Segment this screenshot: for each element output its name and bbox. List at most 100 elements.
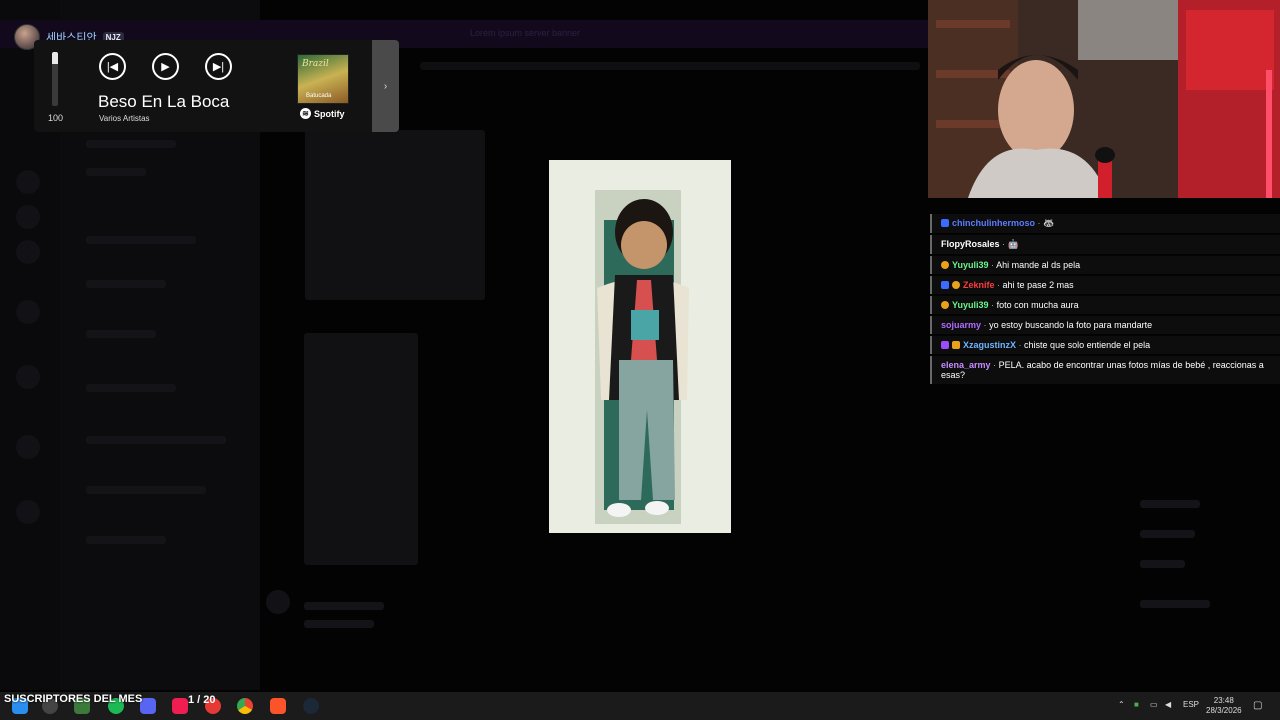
- language-indicator[interactable]: ESP: [1183, 700, 1199, 709]
- badge-icon: [941, 301, 949, 309]
- clock-time: 23:48: [1213, 696, 1234, 705]
- chat-separator: ·: [997, 280, 1001, 290]
- server-icon[interactable]: [16, 170, 40, 194]
- message-line: [304, 620, 374, 628]
- channel-item[interactable]: [86, 140, 176, 148]
- badge-icon: [952, 281, 960, 289]
- server-icon[interactable]: [16, 365, 40, 389]
- chat-separator: ·: [991, 260, 995, 270]
- stream-stage: Lorem ipsum server banner 세바스티안 NJZ 100 …: [0, 0, 1280, 720]
- emote-icon: 🦝: [1043, 218, 1055, 228]
- channel-item[interactable]: [86, 280, 166, 288]
- brave-app-icon[interactable]: [270, 698, 286, 714]
- server-icon[interactable]: [16, 500, 40, 524]
- message-line: [304, 602, 384, 610]
- chat-username[interactable]: Zeknife: [963, 280, 995, 290]
- child-photo-illustration: [549, 160, 731, 533]
- chat-separator: ·: [1018, 340, 1022, 350]
- chat-message: FlopyRosales · 🤖: [930, 235, 1280, 254]
- steam-app-icon[interactable]: [303, 698, 319, 714]
- server-icon[interactable]: [16, 240, 40, 264]
- system-clock[interactable]: 23:48 28/3/2026: [1206, 696, 1242, 716]
- channel-item[interactable]: [86, 436, 226, 444]
- badge-icon: [941, 261, 949, 269]
- chat-text: ahi te pase 2 mas: [1002, 280, 1074, 290]
- chevron-right-icon: ›: [383, 80, 388, 92]
- song-artist: Varios Artistas: [99, 114, 150, 123]
- chat-username[interactable]: Yuyuli39: [952, 300, 989, 310]
- member-item[interactable]: [1140, 600, 1210, 608]
- subscribers-overlay: SUSCRIPTORES DEL MES: [4, 693, 143, 705]
- clock-date: 28/3/2026: [1206, 706, 1242, 715]
- emote-icon: 🤖: [1007, 239, 1019, 249]
- chat-username[interactable]: Yuyuli39: [952, 260, 989, 270]
- member-item[interactable]: [1140, 500, 1200, 508]
- discord-app-icon[interactable]: [140, 698, 156, 714]
- chat-separator: ·: [1037, 218, 1041, 228]
- channel-item[interactable]: [86, 168, 146, 176]
- expand-button[interactable]: ›: [372, 40, 399, 132]
- member-item[interactable]: [1140, 530, 1195, 538]
- server-icon[interactable]: [16, 205, 40, 229]
- chat-text: foto con mucha aura: [996, 300, 1079, 310]
- volume-slider[interactable]: [52, 52, 58, 106]
- badge-icon: [941, 341, 949, 349]
- volume-value: 100: [48, 113, 64, 123]
- badge-icon: [941, 281, 949, 289]
- chat-username[interactable]: chinchulinhermoso: [952, 218, 1035, 228]
- music-player: 100 |◀ ▶ ▶| Beso En La Boca Varios Artis…: [34, 40, 399, 132]
- chat-image: [305, 130, 485, 300]
- chat-text: chiste que solo entiende el pela: [1024, 340, 1151, 350]
- server-icon[interactable]: [16, 300, 40, 324]
- chat-separator: ·: [983, 320, 987, 330]
- chat-separator: ·: [991, 300, 995, 310]
- tiktok-app-icon[interactable]: [172, 698, 188, 714]
- play-icon: ▶: [161, 61, 170, 73]
- chat-separator: ·: [1002, 239, 1006, 249]
- album-subtitle: Batucada: [306, 93, 332, 99]
- chat-username[interactable]: elena_army: [941, 360, 991, 370]
- chat-username[interactable]: XzagustinzX: [963, 340, 1016, 350]
- baby-photo: [549, 160, 731, 533]
- chat-text: yo estoy buscando la foto para mandarte: [989, 320, 1153, 330]
- channel-item[interactable]: [86, 330, 156, 338]
- badge-icon: [952, 341, 960, 349]
- chat-text: Ahi mande al ds pela: [996, 260, 1081, 270]
- chat-image: [304, 333, 418, 565]
- channel-item[interactable]: [86, 384, 176, 392]
- message-line: [420, 62, 920, 70]
- notification-icon[interactable]: ▢: [1253, 700, 1262, 711]
- server-icon[interactable]: [16, 435, 40, 459]
- banner-text: Lorem ipsum server banner: [470, 28, 581, 38]
- chat-username[interactable]: sojuarmy: [941, 320, 981, 330]
- speaker-icon[interactable]: ◀: [1165, 700, 1171, 709]
- chrome-app-icon[interactable]: [237, 698, 253, 714]
- previous-track-button[interactable]: |◀: [99, 53, 126, 80]
- chevron-up-icon[interactable]: ⌃: [1118, 700, 1125, 709]
- album-art: Brazil Batucada: [297, 54, 349, 104]
- member-item[interactable]: [1140, 560, 1185, 568]
- channel-item[interactable]: [86, 236, 196, 244]
- next-track-button[interactable]: ▶|: [205, 53, 232, 80]
- chat-separator: ·: [993, 360, 997, 370]
- chat-message: elena_army · PELA. acabo de encontrar un…: [930, 356, 1280, 384]
- stream-chat: chinchulinhermoso · 🦝 FlopyRosales · 🤖 Y…: [928, 214, 1280, 386]
- channel-item[interactable]: [86, 536, 166, 544]
- skip-forward-icon: ▶|: [212, 61, 225, 73]
- chat-message: XzagustinzX · chiste que solo entiende e…: [930, 336, 1280, 354]
- chat-message: Yuyuli39 · foto con mucha aura: [930, 296, 1280, 314]
- channel-item[interactable]: [86, 486, 206, 494]
- song-title: Beso En La Boca: [98, 92, 230, 111]
- spotify-logo: ≋ Spotify: [300, 108, 345, 119]
- chat-username[interactable]: FlopyRosales: [941, 239, 1000, 249]
- spotify-icon: ≋: [300, 108, 311, 119]
- album-title: Brazil: [302, 59, 329, 69]
- chat-message: Zeknife · ahi te pase 2 mas: [930, 276, 1280, 294]
- user-avatar: [266, 590, 290, 614]
- network-icon[interactable]: ▭: [1150, 700, 1158, 709]
- play-button[interactable]: ▶: [152, 53, 179, 80]
- subscribers-count: 1 / 20: [188, 694, 216, 706]
- chat-message: Yuyuli39 · Ahi mande al ds pela: [930, 256, 1280, 274]
- shield-icon[interactable]: ■: [1134, 700, 1139, 709]
- webcam-illustration: [928, 0, 1280, 198]
